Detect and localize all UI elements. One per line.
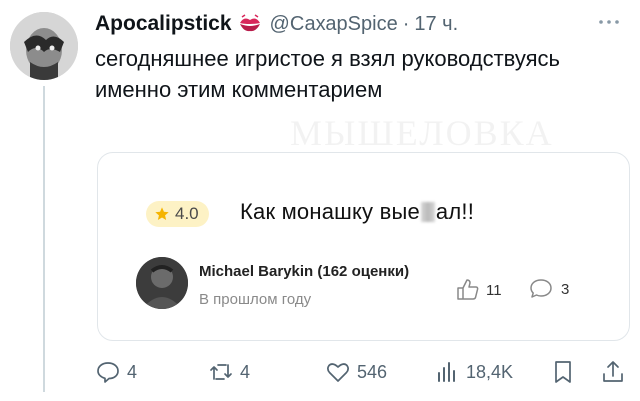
views-count: 18,4K [466, 361, 514, 382]
reply-button[interactable]: 4 [95, 355, 137, 389]
bookmark-button[interactable] [550, 355, 576, 389]
reviewer-name[interactable]: Michael Barykin (162 оценки) [199, 263, 409, 280]
tweet-header: Apocalipstick @СахарSpice · 17 ч. [95, 10, 458, 38]
review-text: Как монашку вые ал!! [240, 199, 474, 225]
thread-line [43, 86, 45, 392]
separator-dot: · [402, 12, 410, 35]
heart-icon [327, 363, 349, 382]
censor-blur [420, 202, 435, 222]
tweet-text: сегодняшнее игристое я взял руководствуя… [95, 46, 561, 102]
review-comment-count: 3 [561, 280, 570, 298]
share-icon [603, 361, 623, 382]
kiss-lips-icon [238, 14, 262, 34]
author-avatar[interactable] [10, 12, 78, 80]
user-handle[interactable]: @СахарSpice [270, 13, 398, 36]
reply-count: 4 [127, 361, 138, 382]
star-icon [155, 207, 169, 220]
rating-value: 4.0 [175, 204, 199, 223]
more-options-icon[interactable] [596, 16, 622, 28]
tweet-actions: 4 4 546 18,4K [0, 355, 640, 389]
review-comment-button[interactable]: 3 [528, 277, 569, 301]
retweet-count: 4 [240, 361, 251, 382]
review-text-end: ал!! [435, 199, 475, 224]
review-text-start: Как монашку вые [240, 199, 420, 224]
speech-bubble-icon [530, 279, 552, 298]
retweet-button[interactable]: 4 [208, 355, 250, 389]
retweet-icon [210, 364, 232, 380]
thumbs-up-icon [457, 279, 479, 300]
tweet-time[interactable]: 17 ч. [414, 13, 458, 36]
like-count: 546 [357, 361, 388, 382]
like-button[interactable]: 546 [325, 355, 387, 389]
share-button[interactable] [600, 355, 626, 389]
reply-icon [97, 362, 119, 383]
rating-badge: 4.0 [146, 201, 209, 227]
review-like-button[interactable]: 11 [455, 277, 502, 303]
views-button[interactable]: 18,4K [434, 355, 513, 389]
review-date: В прошлом году [199, 291, 312, 308]
display-name[interactable]: Apocalipstick [95, 12, 232, 36]
bookmark-icon [555, 361, 571, 383]
views-icon [438, 362, 455, 382]
reviewer-avatar[interactable] [136, 257, 188, 309]
review-like-count: 11 [486, 281, 502, 299]
review-card[interactable]: 4.0 Как монашку вые ал!! Michael Barykin … [97, 152, 630, 341]
watermark: МЫШЕЛОВКА [290, 113, 554, 153]
